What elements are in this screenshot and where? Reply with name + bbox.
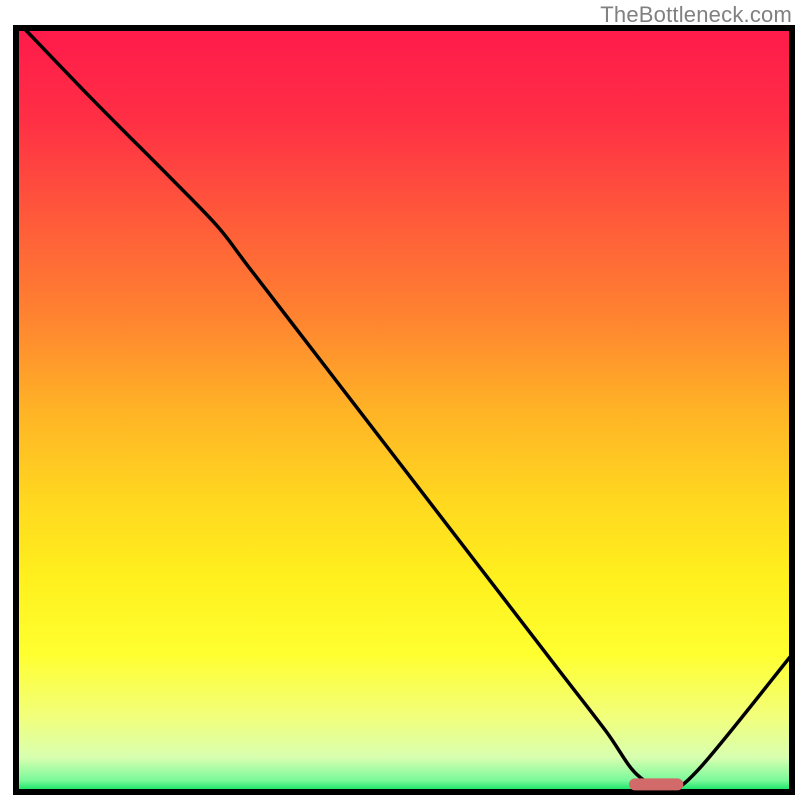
optimum-marker <box>629 778 683 790</box>
watermark-label: TheBottleneck.com <box>600 2 792 28</box>
chart-canvas <box>0 0 800 800</box>
plot-background <box>16 28 792 792</box>
bottleneck-chart: TheBottleneck.com <box>0 0 800 800</box>
